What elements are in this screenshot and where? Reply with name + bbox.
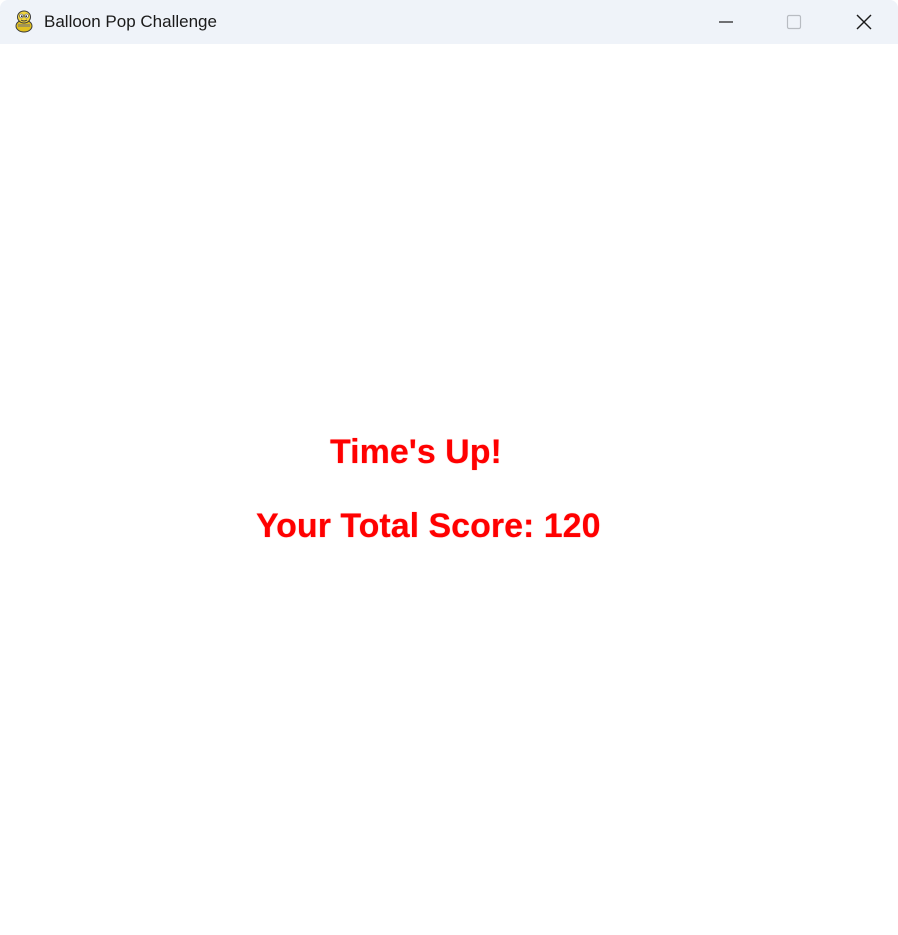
minimize-icon [719, 21, 733, 23]
window-title: Balloon Pop Challenge [44, 12, 217, 31]
pygame-snake-icon [12, 9, 36, 33]
game-window: Balloon Pop Challenge Time's Up! Your To… [0, 0, 898, 935]
close-icon [856, 14, 872, 30]
maximize-icon [786, 14, 802, 30]
game-canvas[interactable]: Time's Up! Your Total Score: 120 [0, 44, 898, 935]
close-button[interactable] [830, 0, 898, 44]
total-score-text: Your Total Score: 120 [256, 507, 601, 545]
minimize-button[interactable] [692, 0, 760, 44]
maximize-button[interactable] [760, 0, 828, 44]
game-over-heading: Time's Up! [330, 433, 502, 471]
title-bar[interactable]: Balloon Pop Challenge [0, 0, 898, 44]
